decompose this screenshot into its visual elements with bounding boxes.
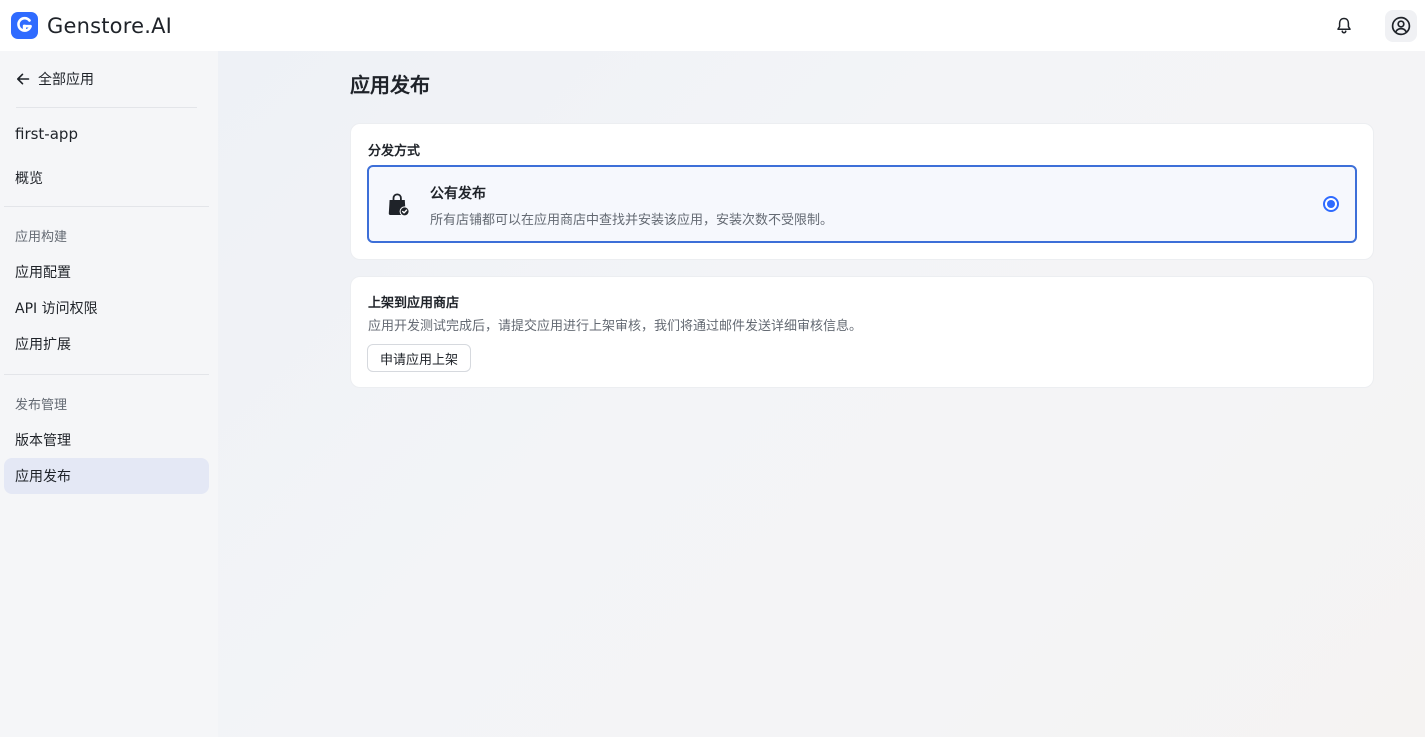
sidebar-item-versions[interactable]: 版本管理 xyxy=(4,422,209,458)
apply-listing-button[interactable]: 申请应用上架 xyxy=(367,344,472,372)
back-label: 全部应用 xyxy=(38,72,94,88)
listing-title: 上架到应用商店 xyxy=(368,296,460,311)
public-publish-option[interactable]: 公有发布 所有店铺都可以在应用商店中查找并安装该应用，安装次数不受限制。 xyxy=(367,165,1357,243)
brand-name: Genstore.AI xyxy=(47,13,173,38)
radio-selected-dot xyxy=(1327,200,1335,208)
public-publish-radio[interactable] xyxy=(1323,196,1339,212)
app-store-listing-card: 上架到应用商店 应用开发测试完成后，请提交应用进行上架审核，我们将通过邮件发送详… xyxy=(350,276,1374,388)
sidebar-item-app-extensions[interactable]: 应用扩展 xyxy=(4,326,209,362)
option-description: 所有店铺都可以在应用商店中查找并安装该应用，安装次数不受限制。 xyxy=(430,213,834,228)
page-title: 应用发布 xyxy=(350,73,430,97)
user-circle-icon[interactable] xyxy=(1385,9,1417,42)
main-content: 应用发布 分发方式 公有发布 所有店铺都可以在应用商店中查找并安装该应用，安装次… xyxy=(218,51,1425,737)
distribution-card: 分发方式 公有发布 所有店铺都可以在应用商店中查找并安装该应用，安装次数不受限制… xyxy=(350,123,1374,260)
brand[interactable]: Genstore.AI xyxy=(11,12,172,39)
section-label-build: 应用构建 xyxy=(15,230,68,245)
shopping-bag-check-icon xyxy=(388,193,410,217)
sidebar-item-overview[interactable]: 概览 xyxy=(4,160,209,196)
genstore-logo-icon xyxy=(11,12,38,39)
back-to-all-apps[interactable]: 全部应用 xyxy=(4,51,209,107)
section-label-publish: 发布管理 xyxy=(15,398,68,413)
app-name: first-app xyxy=(15,125,78,143)
listing-description: 应用开发测试完成后，请提交应用进行上架审核，我们将通过邮件发送详细审核信息。 xyxy=(368,319,863,334)
option-title: 公有发布 xyxy=(430,186,486,202)
sidebar-item-app-config[interactable]: 应用配置 xyxy=(4,254,209,290)
bell-icon[interactable] xyxy=(1329,11,1359,41)
top-bar: Genstore.AI xyxy=(0,0,1425,51)
sidebar-item-api-access[interactable]: API 访问权限 xyxy=(4,290,209,326)
sidebar: 全部应用 first-app 概览 应用构建 应用配置 API 访问权限 应用扩… xyxy=(0,51,218,737)
sidebar-item-app-publish[interactable]: 应用发布 xyxy=(4,458,209,494)
distribution-label: 分发方式 xyxy=(368,144,421,159)
arrow-left-icon xyxy=(17,73,30,85)
